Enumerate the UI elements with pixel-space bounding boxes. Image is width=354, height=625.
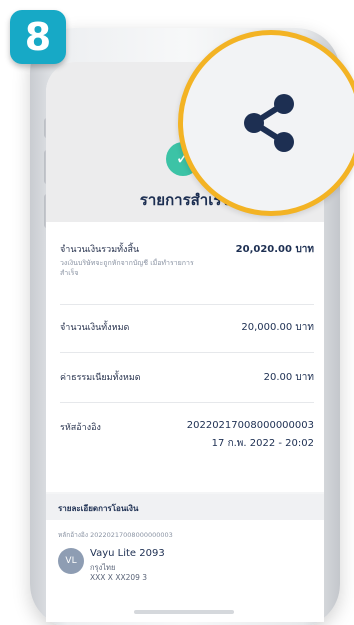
- detail-section-header: รายละเอียดการโอนเงิน: [46, 494, 324, 520]
- recipient-account: XXX X XX209 3: [90, 573, 148, 582]
- divider: [60, 304, 314, 305]
- reference-row: รหัสอ้างอิง 20220217008000000003 17 ก.พ.…: [60, 420, 314, 460]
- reference-datetime: 17 ก.พ. 2022 - 20:02: [211, 438, 314, 449]
- step-badge: 8: [10, 10, 66, 64]
- detail-reference: หลักอ้างอิง 20220217008000000003: [58, 531, 173, 539]
- amount-value: 20,000.00 บาท: [241, 322, 314, 333]
- divider: [60, 402, 314, 403]
- amount-label: จำนวนเงินทั้งหมด: [60, 323, 130, 333]
- reference-value: 20220217008000000003: [186, 420, 314, 431]
- total-row: จำนวนเงินรวมทั้งสิ้น 20,020.00 บาท วงเงิ…: [60, 242, 314, 292]
- detail-header-label: รายละเอียดการโอนเงิน: [58, 504, 139, 513]
- recipient-name: Vayu Lite 2093: [90, 548, 165, 559]
- divider: [60, 352, 314, 353]
- summary-card: จำนวนเงินรวมทั้งสิ้น 20,020.00 บาท วงเงิ…: [46, 222, 324, 492]
- avatar: VL: [58, 548, 84, 574]
- total-note: วงเงินบริษัทจะถูกหักจากบัญชี เมื่อทำรายก…: [60, 259, 194, 277]
- recipient-section: หลักอ้างอิง 20220217008000000003 VL Vayu…: [46, 520, 324, 622]
- total-value: 20,020.00 บาท: [235, 244, 314, 255]
- total-label: จำนวนเงินรวมทั้งสิ้น: [60, 245, 140, 255]
- reference-label: รหัสอ้างอิง: [60, 423, 101, 433]
- share-icon[interactable]: [238, 90, 304, 156]
- fee-row: ค่าธรรมเนียมทั้งหมด 20.00 บาท: [60, 370, 314, 390]
- fee-value: 20.00 บาท: [263, 372, 314, 383]
- fee-label: ค่าธรรมเนียมทั้งหมด: [60, 373, 141, 383]
- amount-row: จำนวนเงินทั้งหมด 20,000.00 บาท: [60, 320, 314, 340]
- home-indicator: [134, 610, 234, 614]
- zoom-highlight: [178, 30, 354, 216]
